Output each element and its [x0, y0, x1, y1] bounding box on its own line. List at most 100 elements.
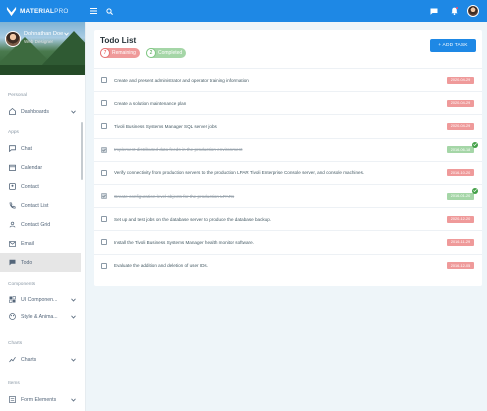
profile-role: Web Designer — [24, 39, 54, 44]
completed-count: 2 — [146, 48, 156, 58]
task-row[interactable]: Create and present administrator and ope… — [94, 68, 482, 91]
sidebar-item-dashboards[interactable]: Dashboards — [0, 102, 85, 121]
section-charts: Charts — [8, 341, 23, 346]
task-checkbox[interactable] — [101, 239, 107, 246]
task-row[interactable]: Verify connectivity from production serv… — [94, 160, 482, 184]
sidebar-item-contact-list[interactable]: Contact List — [0, 196, 85, 215]
chevron-down-icon — [70, 108, 77, 115]
search-icon[interactable] — [102, 4, 116, 18]
top-navbar: MATERIALPRO — [0, 0, 487, 22]
user-avatar[interactable] — [467, 5, 479, 17]
task-checkbox[interactable] — [101, 123, 107, 130]
chevron-down-icon — [64, 32, 69, 36]
task-checkbox[interactable] — [101, 169, 107, 176]
page-title: Todo List — [100, 36, 137, 45]
chevron-down-icon — [70, 313, 77, 320]
add-task-button[interactable]: + ADD TASK — [430, 39, 476, 52]
task-checkbox[interactable] — [101, 216, 107, 223]
chevron-down-icon — [70, 396, 77, 403]
sidebar-item-email[interactable]: Email — [0, 234, 85, 253]
brand[interactable]: MATERIALPRO — [0, 0, 86, 22]
chevron-down-icon — [70, 296, 77, 303]
task-text: Create configuration level objects for t… — [114, 193, 235, 199]
sidebar-item-style-animation[interactable]: Style & Anima... — [0, 308, 85, 325]
section-apps: Apps — [8, 130, 19, 135]
phone-icon — [7, 201, 17, 211]
sidebar-item-label: Form Elements — [21, 396, 57, 403]
task-list: Create and present administrator and ope… — [94, 68, 482, 277]
remaining-count: 7 — [100, 48, 110, 58]
messages-icon[interactable] — [427, 4, 441, 18]
remaining-label: Remaining — [112, 50, 136, 56]
contact-icon — [7, 182, 17, 192]
check-circle-icon — [472, 141, 478, 148]
profile-name[interactable]: Dohnathan Doe — [24, 31, 69, 37]
chart-icon — [7, 355, 17, 365]
sidebar-scrollbar[interactable] — [81, 122, 83, 180]
sidebar-item-form-elements[interactable]: Form Elements — [0, 390, 85, 409]
task-date-badge: 2020-04-29 — [447, 76, 474, 84]
sidebar-item-label: Todo — [21, 259, 33, 266]
task-row[interactable]: Tivoli Business Systems Manager SQL serv… — [94, 114, 482, 137]
task-date-badge: 2016-11-29 — [447, 238, 474, 246]
menu-toggle-icon[interactable] — [86, 4, 100, 18]
brand-logo-icon — [6, 6, 17, 16]
dashboard-icon — [7, 107, 17, 117]
brush-icon — [7, 312, 17, 322]
task-row[interactable]: Create a solution maintenance plan 2020-… — [94, 91, 482, 114]
task-row[interactable]: Evaluate the addition and deletion of us… — [94, 253, 482, 277]
sidebar: Dohnathan Doe Web Designer Personal Dash… — [0, 22, 86, 411]
sidebar-item-label: Dashboards — [21, 108, 49, 115]
grid-icon — [7, 220, 17, 230]
task-text: Verify connectivity from production serv… — [114, 170, 365, 176]
task-date-badge: 2016-01-20 — [447, 192, 474, 200]
task-text: Create and present administrator and ope… — [114, 77, 249, 83]
task-checkbox[interactable] — [101, 100, 107, 107]
task-checkbox-checked[interactable] — [101, 146, 107, 153]
task-text: Tivoli Business Systems Manager SQL serv… — [114, 123, 217, 129]
brand-name: MATERIALPRO — [20, 7, 69, 15]
task-checkbox[interactable] — [101, 262, 107, 269]
sidebar-item-label: Charts — [21, 356, 37, 363]
sidebar-item-label: Calendar — [21, 164, 43, 171]
task-row-completed[interactable]: Implement distributed data feeds in the … — [94, 137, 482, 161]
task-date-badge: 2016-12-05 — [447, 262, 474, 270]
sidebar-item-todo[interactable]: Todo — [0, 253, 81, 272]
task-date-badge: 2020-04-29 — [447, 122, 474, 130]
section-items: Items — [8, 381, 20, 386]
todo-card: Todo List 7 Remaining 2 Completed + ADD … — [94, 30, 482, 286]
sidebar-item-label: Chat — [21, 145, 32, 152]
sidebar-item-label: UI Componen... — [21, 296, 58, 303]
profile-avatar[interactable] — [5, 31, 21, 47]
sidebar-item-contact[interactable]: Contact — [0, 177, 85, 196]
completed-label: Completed — [158, 50, 183, 56]
task-row-completed[interactable]: Create configuration level objects for t… — [94, 183, 482, 207]
check-circle-icon — [472, 187, 478, 194]
task-checkbox[interactable] — [101, 77, 107, 84]
chat-icon — [7, 144, 17, 154]
todo-icon — [7, 258, 17, 268]
sidebar-item-label: Contact — [21, 183, 39, 190]
section-components: Components — [8, 282, 36, 287]
sidebar-item-chat[interactable]: Chat — [0, 139, 85, 158]
remaining-badge: 7 Remaining — [100, 48, 140, 58]
sidebar-item-label: Style & Anima... — [21, 313, 58, 320]
sidebar-item-label: Email — [21, 240, 34, 247]
task-checkbox-checked[interactable] — [101, 193, 107, 200]
sidebar-item-label: Contact Grid — [21, 221, 51, 228]
task-text: Evaluate the addition and deletion of us… — [114, 263, 208, 269]
notifications-bell-icon[interactable] — [447, 4, 461, 18]
task-date-badge: 2016-06-18 — [447, 146, 474, 154]
sidebar-item-ui-components[interactable]: UI Componen... — [0, 291, 85, 308]
sidebar-item-contact-grid[interactable]: Contact Grid — [0, 215, 85, 234]
task-row[interactable]: Set up and test jobs on the database ser… — [94, 207, 482, 230]
calendar-icon — [7, 163, 17, 173]
task-text: Create a solution maintenance plan — [114, 100, 187, 106]
task-row[interactable]: Install the Tivoli Business Systems Mana… — [94, 230, 482, 253]
sidebar-item-calendar[interactable]: Calendar — [0, 158, 85, 177]
sidebar-item-charts[interactable]: Charts — [0, 350, 85, 369]
palette-icon — [7, 295, 17, 305]
form-icon — [7, 395, 17, 405]
sidebar-item-label: Contact List — [21, 202, 49, 209]
completed-badge: 2 Completed — [146, 48, 187, 58]
